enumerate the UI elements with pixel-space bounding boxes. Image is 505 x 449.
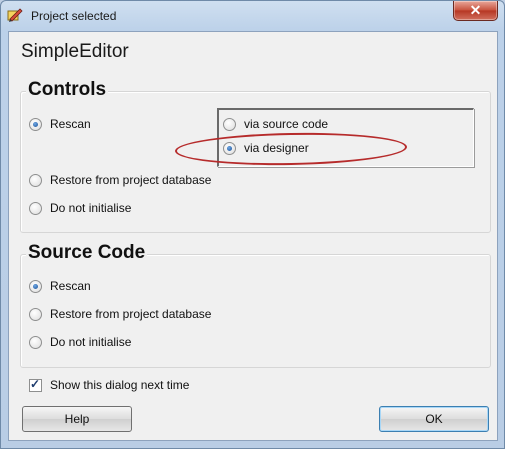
radio-indicator[interactable] [29,201,42,215]
close-icon: ✕ [469,2,482,18]
source-do-not-init-radio[interactable]: Do not initialise [29,333,131,351]
ok-button[interactable]: OK [379,406,489,432]
radio-indicator[interactable] [29,307,42,321]
app-icon [7,8,23,22]
dialog-window: Project selected ✕ SimpleEditor Controls… [0,0,505,449]
source-restore-label: Restore from project database [50,307,212,321]
controls-do-not-init-radio[interactable]: Do not initialise [29,199,131,217]
controls-group-title: Controls [26,79,109,101]
radio-indicator[interactable] [29,173,42,187]
controls-do-not-init-label: Do not initialise [50,201,132,215]
close-button[interactable]: ✕ [453,1,498,21]
window-title: Project selected [31,9,117,23]
app-name-label: SimpleEditor [21,41,129,62]
show-dialog-checkbox[interactable]: Show this dialog next time [29,376,189,394]
help-button[interactable]: Help [22,406,132,432]
radio-indicator[interactable] [29,279,42,293]
via-source-code-label: via source code [244,117,329,131]
controls-restore-radio[interactable]: Restore from project database [29,171,211,189]
source-rescan-radio[interactable]: Rescan [29,277,91,295]
source-rescan-label: Rescan [50,279,91,293]
via-source-code-radio[interactable]: via source code [223,115,328,133]
show-dialog-label: Show this dialog next time [50,378,190,392]
source-code-group-title: Source Code [26,242,148,264]
controls-rescan-label: Rescan [50,117,91,131]
title-bar[interactable]: Project selected ✕ [1,1,504,31]
dialog-content: SimpleEditor Controls Rescan via source … [8,31,498,441]
radio-indicator[interactable] [29,117,42,131]
source-do-not-init-label: Do not initialise [50,335,132,349]
source-restore-radio[interactable]: Restore from project database [29,305,211,323]
radio-indicator[interactable] [29,335,42,349]
checkbox-indicator[interactable] [29,377,42,392]
controls-restore-label: Restore from project database [50,173,212,187]
controls-rescan-radio[interactable]: Rescan [29,115,91,133]
radio-indicator[interactable] [223,117,236,131]
